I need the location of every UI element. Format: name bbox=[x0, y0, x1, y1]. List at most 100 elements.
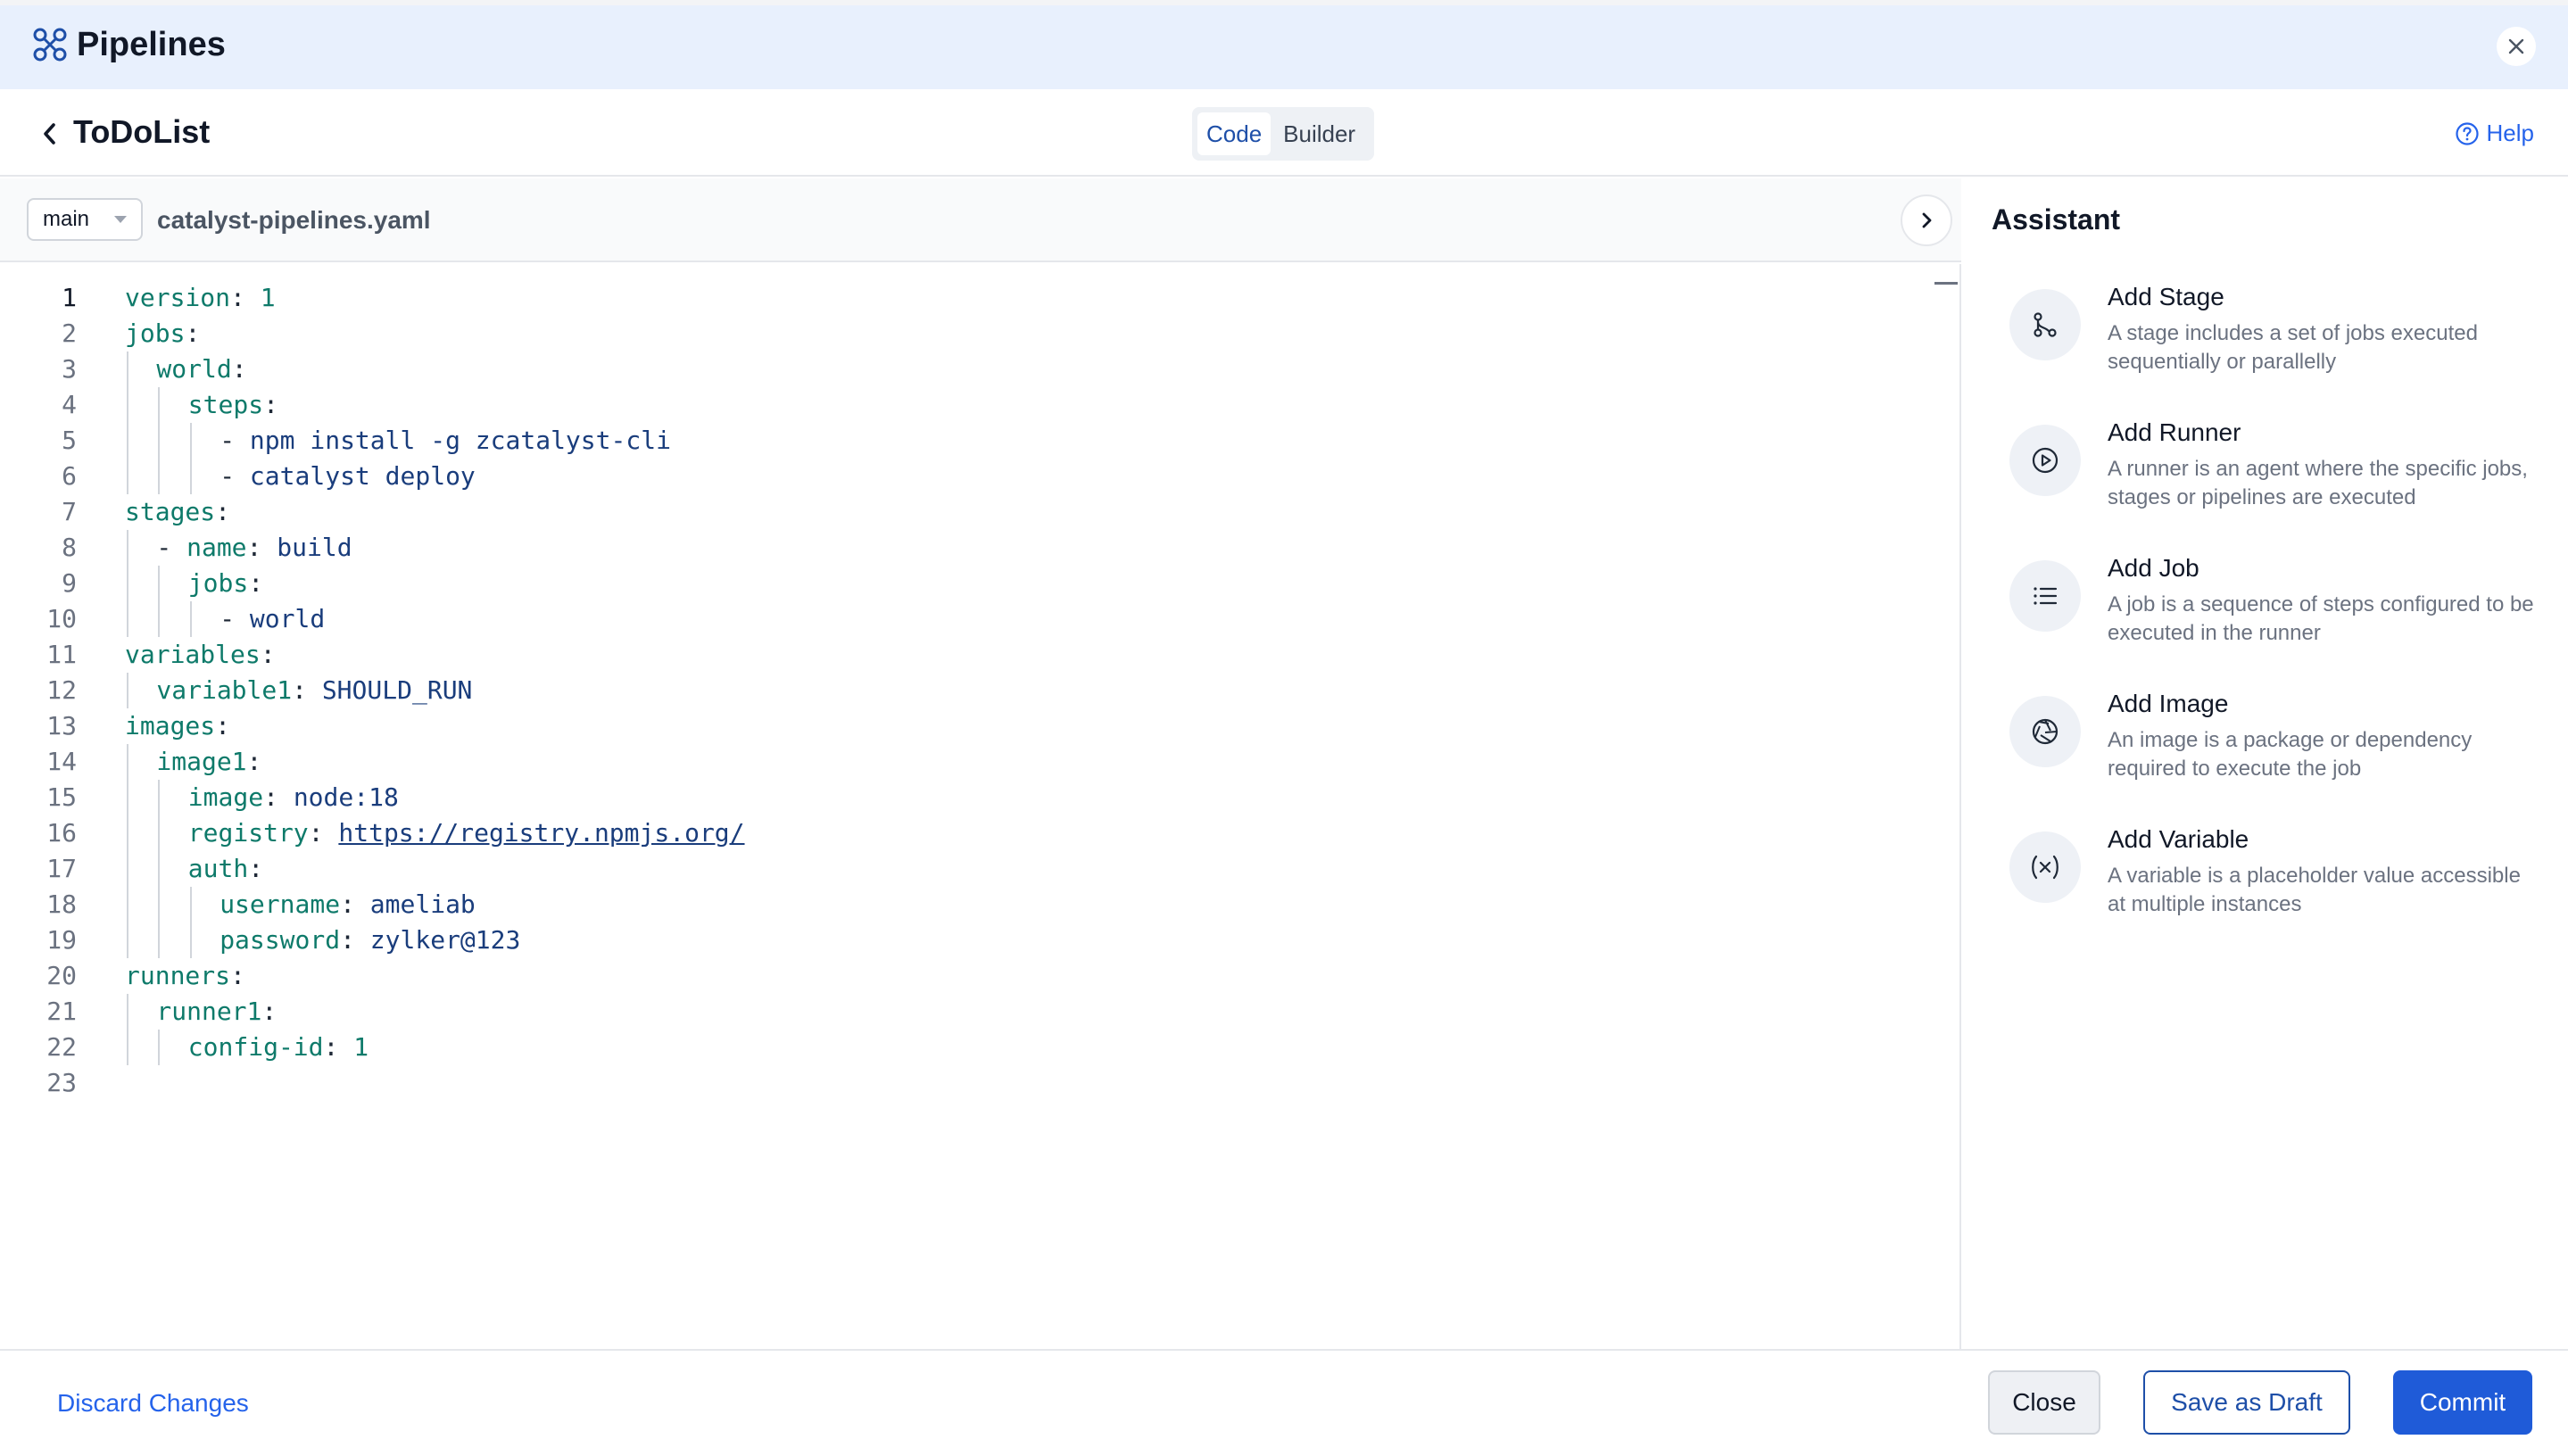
line-number: 10 bbox=[46, 604, 77, 633]
code-line: registry: https://registry.npmjs.org/ bbox=[187, 818, 745, 848]
discard-changes-link[interactable]: Discard Changes bbox=[57, 1388, 249, 1419]
indent-guide bbox=[189, 887, 192, 958]
list-icon bbox=[2009, 560, 2081, 632]
branch-select[interactable]: main bbox=[27, 198, 143, 241]
branch-value: main bbox=[43, 207, 90, 231]
indent-guide bbox=[158, 566, 161, 637]
indent-guide bbox=[189, 423, 192, 494]
help-circle-icon bbox=[2455, 121, 2479, 145]
code-line: - name: build bbox=[156, 533, 352, 562]
aperture-icon bbox=[2009, 696, 2081, 767]
indent-guide bbox=[189, 601, 192, 637]
code-line: variables: bbox=[125, 640, 276, 669]
line-number: 11 bbox=[46, 640, 77, 669]
toggle-assistant-button[interactable] bbox=[1901, 194, 1952, 246]
assistant-item-add-stage[interactable]: Add Stage A stage includes a set of jobs… bbox=[2009, 282, 2545, 389]
code-line: jobs: bbox=[187, 568, 264, 598]
indent-guide bbox=[127, 673, 128, 708]
code-line: - npm install -g zcatalyst-cli bbox=[220, 426, 671, 455]
assistant-item-title: Add Image bbox=[2108, 690, 2229, 717]
code-line: - world bbox=[220, 604, 326, 633]
assistant-item-add-job[interactable]: Add Job A job is a sequence of steps con… bbox=[2009, 553, 2545, 660]
line-number: 5 bbox=[62, 426, 77, 455]
code-line: jobs: bbox=[125, 318, 201, 348]
assistant-item-title: Add Job bbox=[2108, 554, 2199, 582]
assistant-title: Assistant bbox=[1992, 203, 2121, 236]
assistant-item-title: Add Stage bbox=[2108, 283, 2224, 310]
indent-guide bbox=[127, 744, 128, 958]
pipelines-logo-icon bbox=[33, 28, 67, 62]
app-title: Pipelines bbox=[77, 26, 226, 63]
code-line: username: ameliab bbox=[220, 889, 476, 919]
assistant-item-add-image[interactable]: Add Image An image is a package or depen… bbox=[2009, 689, 2545, 796]
assistant-item-desc: A stage includes a set of jobs executed … bbox=[2108, 321, 2478, 374]
back-chevron-icon[interactable] bbox=[36, 118, 62, 150]
line-number: 12 bbox=[46, 675, 77, 705]
line-number: 6 bbox=[62, 461, 77, 491]
minimap-indicator bbox=[1934, 282, 1958, 285]
assistant-item-title: Add Runner bbox=[2108, 418, 2241, 446]
assistant-item-desc: An image is a package or dependency requ… bbox=[2108, 728, 2473, 781]
indent-guide bbox=[127, 994, 128, 1065]
view-toggle: Code Builder bbox=[1192, 107, 1374, 161]
code-line: runner1: bbox=[156, 997, 278, 1026]
code-line: steps: bbox=[187, 390, 278, 419]
close-icon bbox=[2508, 38, 2524, 54]
line-number: 21 bbox=[46, 997, 77, 1026]
app-header bbox=[0, 0, 2568, 89]
line-number: 14 bbox=[46, 747, 77, 776]
code-line: image1: bbox=[156, 747, 262, 776]
tab-builder[interactable]: Builder bbox=[1274, 112, 1364, 155]
line-number: 17 bbox=[46, 854, 77, 883]
save-as-draft-button[interactable]: Save as Draft bbox=[2143, 1370, 2350, 1435]
help-label: Help bbox=[2486, 120, 2534, 146]
code-line: version: 1 bbox=[125, 283, 276, 312]
code-line: - catalyst deploy bbox=[220, 461, 476, 491]
commit-button[interactable]: Commit bbox=[2393, 1370, 2532, 1435]
close-button[interactable]: Close bbox=[1988, 1370, 2100, 1435]
code-line: world: bbox=[156, 354, 247, 384]
line-number: 9 bbox=[62, 568, 77, 598]
project-title: ToDoList bbox=[73, 113, 211, 150]
code-line: stages: bbox=[125, 497, 231, 526]
assistant-item-desc: A variable is a placeholder value access… bbox=[2108, 864, 2521, 916]
code-line: runners: bbox=[125, 961, 245, 990]
code-line: auth: bbox=[187, 854, 264, 883]
line-number: 1 bbox=[62, 283, 77, 312]
line-number: 22 bbox=[46, 1032, 77, 1062]
line-number: 13 bbox=[46, 711, 77, 740]
assistant-item-add-variable[interactable]: Add Variable A variable is a placeholder… bbox=[2009, 824, 2545, 931]
indent-guide bbox=[158, 780, 161, 958]
file-name: catalyst-pipelines.yaml bbox=[157, 206, 431, 234]
code-line: config-id: 1 bbox=[187, 1032, 369, 1062]
code-line: password: zylker@123 bbox=[220, 925, 521, 955]
line-number: 3 bbox=[62, 354, 77, 384]
code-line: image: node:18 bbox=[187, 782, 399, 812]
line-number: 19 bbox=[46, 925, 77, 955]
stage-icon bbox=[2009, 289, 2081, 360]
line-number: 15 bbox=[46, 782, 77, 812]
code-link[interactable]: https://registry.npmjs.org/ bbox=[338, 818, 744, 848]
line-number: 2 bbox=[62, 318, 77, 348]
line-number: 8 bbox=[62, 533, 77, 562]
assistant-item-desc: A job is a sequence of steps configured … bbox=[2108, 592, 2534, 645]
help-link[interactable]: Help bbox=[2455, 120, 2534, 147]
chevron-right-icon bbox=[1922, 212, 1932, 228]
tab-code[interactable]: Code bbox=[1197, 112, 1272, 155]
indent-guide bbox=[158, 387, 161, 494]
indent-guide bbox=[127, 352, 128, 494]
line-number: 7 bbox=[62, 497, 77, 526]
line-number: 18 bbox=[46, 889, 77, 919]
line-number: 16 bbox=[46, 818, 77, 848]
assistant-item-desc: A runner is an agent where the specific … bbox=[2108, 457, 2528, 509]
caret-down-icon bbox=[114, 216, 127, 223]
close-window-button[interactable] bbox=[2497, 27, 2536, 66]
assistant-item-add-runner[interactable]: Add Runner A runner is an agent where th… bbox=[2009, 418, 2545, 525]
line-number: 23 bbox=[46, 1068, 77, 1097]
indent-guide bbox=[158, 1030, 161, 1065]
code-line: images: bbox=[125, 711, 231, 740]
code-line: variable1: SHOULD_RUN bbox=[156, 675, 473, 705]
line-number: 4 bbox=[62, 390, 77, 419]
assistant-item-title: Add Variable bbox=[2108, 825, 2249, 853]
line-number: 20 bbox=[46, 961, 77, 990]
